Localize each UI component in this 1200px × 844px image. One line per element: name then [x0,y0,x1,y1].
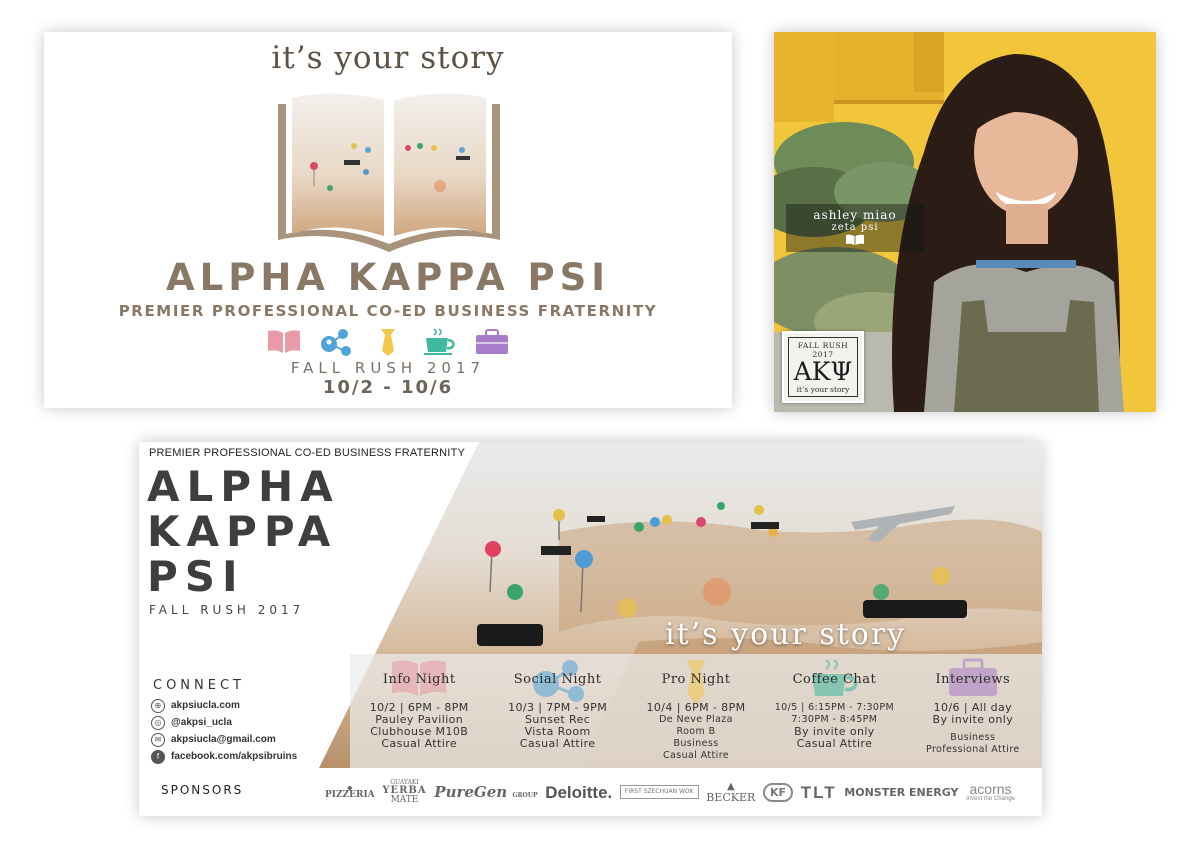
banner-rush-label: FALL RUSH 2017 [290,359,486,377]
first-szechuan-logo: FIRST SZECHUAN WOK [619,785,699,799]
poster-title-line: ALPHA [147,462,340,511]
website-link[interactable]: ⊕ akpsiucla.com [151,697,297,714]
kf-logo: KF [763,782,794,802]
coffee-icon [422,327,458,357]
rush-poster: PREMIER PROFESSIONAL CO-ED BUSINESS FRAT… [139,442,1042,816]
event-datetime: 10/5 | 6:15PM - 7:30PM [774,702,895,713]
connect-links: ⊕ akpsiucla.com ◎ @akpsi_ucla ✉ akpsiucl… [151,697,297,765]
event-location: De Neve Plaza [659,714,733,725]
member-name-plate: ashley miao zeta psi [786,204,924,252]
tie-icon [370,327,406,357]
event-attire: Casual Attire [662,750,730,761]
member-name: ashley miao [813,208,897,222]
website-text: akpsiucla.com [171,700,240,711]
event-title: Coffee Chat [792,672,877,687]
event-title: Social Night [513,672,602,687]
event-title: Pro Night [661,672,731,687]
banner-title: ALPHA KAPPA PSI [165,256,610,299]
open-book-map-icon [278,93,500,252]
poster-title-line: PSI [147,552,245,601]
instagram-link[interactable]: ◎ @akpsi_ucla [151,714,297,731]
facebook-link[interactable]: f facebook.com/akpsibruins [151,748,297,765]
briefcase-icon [474,327,510,357]
event-attire: Business [673,738,719,749]
banner-subtitle: PREMIER PROFESSIONAL CO-ED BUSINESS FRAT… [118,302,658,320]
facebook-icon: f [151,749,165,764]
event-coffee-chat: Coffee Chat 10/5 | 6:15PM - 7:30PM 7:30P… [765,654,904,768]
book-icon [266,327,302,357]
event-note: By invite only [932,713,1014,726]
email-link[interactable]: ✉ akpsiucla@gmail.com [151,731,297,748]
connect-heading: CONNECT [153,678,245,693]
event-attire: Business [950,732,996,743]
globe-icon: ⊕ [151,698,165,713]
event-title: Interviews [935,672,1011,687]
becker-logo: ▲ BECKER [706,780,756,804]
event-room: Room B [676,726,716,737]
deloitte-logo: Deloitte. [545,782,613,802]
facebook-text: facebook.com/akpsibruins [171,751,298,762]
puregen-logo: PureGen GROUP [434,782,538,801]
sponsor-logos: ◆ PIZZERIA GUAYAKI YERBA MATE PureGen GR… [325,774,1015,810]
tlt-logo: TLT [800,782,837,802]
instagram-icon: ◎ [151,715,165,730]
event-pro-night: Pro Night 10/4 | 6PM - 8PM De Neve Plaza… [626,654,766,768]
sponsors-bar: SPONSORS ◆ PIZZERIA GUAYAKI YERBA MATE P… [139,768,1042,816]
banner-tagline: it’s your story [271,40,505,76]
monster-energy-logo: MONSTER ENERGY [844,785,959,799]
badge-greek-letters: ΑΚΨ [793,357,853,386]
event-attire: Casual Attire [381,737,458,750]
poster-title-line: KAPPA [147,507,338,556]
email-icon: ✉ [151,732,165,747]
poster-tagline: it’s your story [665,617,907,652]
instagram-text: @akpsi_ucla [171,717,232,728]
event-interviews: Interviews 10/6 | All day By invite only… [903,654,1042,768]
badge-tagline: it’s your story [796,385,850,394]
member-chapter: zeta psi [831,222,879,233]
event-attire: Casual Attire [796,737,873,750]
banner-dates: 10/2 - 10/6 [322,377,454,398]
poster-title: ALPHA KAPPA PSI [147,464,340,599]
sponsors-heading: SPONSORS [161,783,244,797]
acorns-logo: acorns Invest the Change [966,781,1015,802]
event-info-night: Info Night 10/2 | 6PM - 8PM Pauley Pavil… [350,654,489,768]
rush-badge: FALL RUSH 2017 ΑΚΨ it’s your story [782,331,864,403]
yerba-mate-logo: GUAYAKI YERBA MATE [382,778,427,805]
rush-banner: it’s your story ALPHA KAPPA PSI PREMIER … [44,32,732,408]
poster-topline: PREMIER PROFESSIONAL CO-ED BUSINESS FRAT… [149,447,466,459]
event-icons-row [44,327,732,357]
event-attire: Professional Attire [925,744,1020,755]
events-row: Info Night 10/2 | 6PM - 8PM Pauley Pavil… [350,654,1042,768]
event-title: Info Night [382,672,456,687]
event-social-night: Social Night 10/3 | 7PM - 9PM Sunset Rec… [488,654,627,768]
pizzeria-logo: ◆ PIZZERIA [325,783,375,800]
network-icon [318,327,354,357]
book-icon [846,234,864,245]
email-text: akpsiucla@gmail.com [171,734,276,745]
event-datetime: 10/4 | 6PM - 8PM [646,701,746,714]
poster-rush-label: FALL RUSH 2017 [149,603,305,617]
member-profile-card: ashley miao zeta psi FALL RUSH 2017 ΑΚΨ … [774,32,1156,412]
event-attire: Casual Attire [519,737,596,750]
